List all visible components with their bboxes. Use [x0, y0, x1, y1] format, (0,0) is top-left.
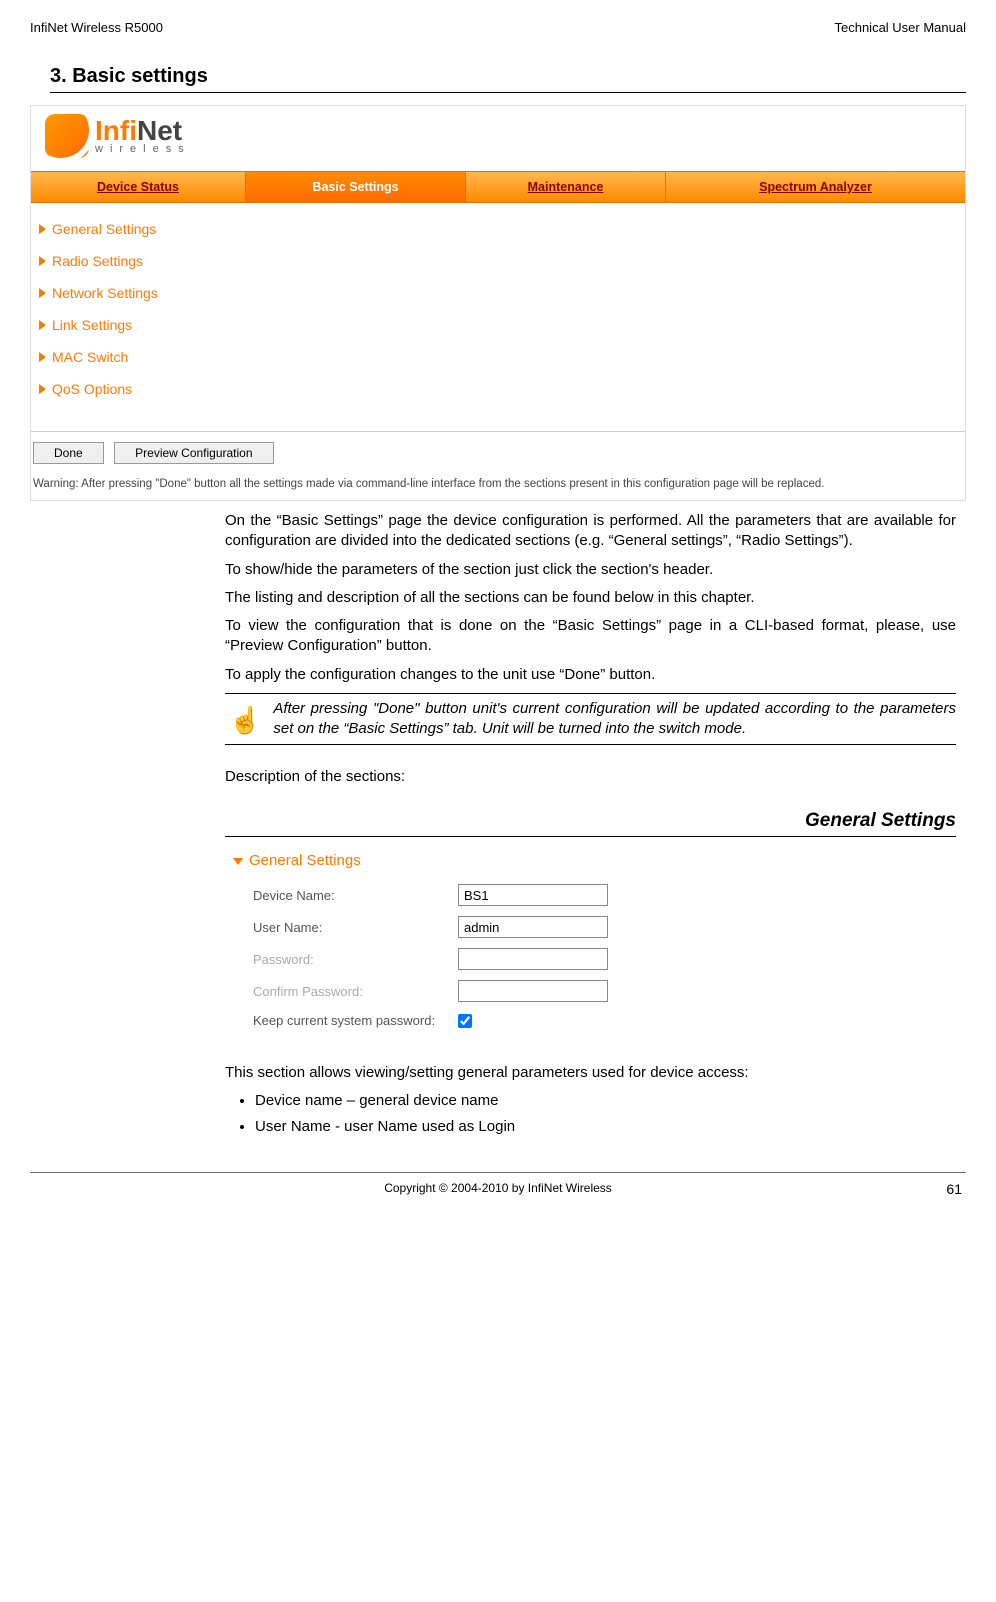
chevron-right-icon — [39, 224, 46, 234]
chevron-right-icon — [39, 320, 46, 330]
preview-button[interactable]: Preview Configuration — [114, 442, 273, 464]
warning-text: Warning: After pressing "Done" button al… — [31, 472, 965, 500]
password-input[interactable] — [458, 948, 608, 970]
header-left: InfiNet Wireless R5000 — [30, 20, 163, 35]
general-settings-screenshot: General Settings Device Name: User Name:… — [225, 845, 956, 1055]
chevron-right-icon — [39, 288, 46, 298]
paragraph: This section allows viewing/setting gene… — [225, 1063, 956, 1083]
chevron-right-icon — [39, 256, 46, 266]
basic-settings-screenshot: InfiNet wireless Device Status Basic Set… — [30, 105, 966, 501]
tab-spectrum[interactable]: Spectrum Analyzer — [666, 172, 965, 202]
tab-device-status[interactable]: Device Status — [31, 172, 246, 202]
tab-bar: Device Status Basic Settings Maintenance… — [31, 171, 965, 203]
divider — [31, 431, 965, 432]
note-text: After pressing "Done" button unit's curr… — [273, 699, 956, 740]
chevron-right-icon — [39, 384, 46, 394]
note-icon: ☝ — [225, 699, 273, 740]
tab-basic-settings[interactable]: Basic Settings — [246, 172, 466, 202]
chevron-right-icon — [39, 352, 46, 362]
paragraph: To show/hide the parameters of the secti… — [225, 560, 956, 580]
paragraph: To view the configuration that is done o… — [225, 616, 956, 657]
paragraph: To apply the configuration changes to th… — [225, 665, 956, 685]
copyright: Copyright © 2004-2010 by InfiNet Wireles… — [384, 1181, 612, 1195]
keep-password-checkbox[interactable] — [458, 1014, 472, 1028]
keep-password-label: Keep current system password: — [253, 1012, 458, 1030]
confirm-password-input[interactable] — [458, 980, 608, 1002]
sidebar-item-label: Link Settings — [52, 317, 132, 333]
general-settings-heading: General Settings — [225, 808, 956, 838]
section-label: General Settings — [249, 851, 361, 871]
sidebar-item-qos[interactable]: QoS Options — [35, 373, 961, 405]
paragraph: Description of the sections: — [225, 767, 956, 787]
sidebar-item-radio[interactable]: Radio Settings — [35, 245, 961, 277]
logo-sub: wireless — [95, 143, 191, 155]
user-name-input[interactable] — [458, 916, 608, 938]
sidebar: General Settings Radio Settings Network … — [31, 203, 965, 423]
logo-icon — [45, 114, 89, 158]
page-number: 61 — [946, 1181, 962, 1197]
paragraph: The listing and description of all the s… — [225, 588, 956, 608]
sidebar-item-label: QoS Options — [52, 381, 132, 397]
device-name-label: Device Name: — [253, 887, 458, 905]
note-box: ☝ After pressing "Done" button unit's cu… — [225, 693, 956, 746]
password-label: Password: — [253, 951, 458, 969]
section-title: 3. Basic settings — [50, 65, 966, 93]
chevron-down-icon — [233, 858, 243, 865]
done-button[interactable]: Done — [33, 442, 104, 464]
sidebar-item-link[interactable]: Link Settings — [35, 309, 961, 341]
sidebar-item-label: MAC Switch — [52, 349, 128, 365]
user-name-label: User Name: — [253, 919, 458, 937]
list-item: Device name – general device name — [255, 1091, 956, 1111]
infinet-logo: InfiNet wireless — [45, 114, 191, 158]
sidebar-item-label: Radio Settings — [52, 253, 143, 269]
list-item: User Name - user Name used as Login — [255, 1117, 956, 1137]
confirm-password-label: Confirm Password: — [253, 983, 458, 1001]
sidebar-item-label: General Settings — [52, 221, 156, 237]
general-settings-section-header[interactable]: General Settings — [233, 851, 948, 871]
paragraph: On the “Basic Settings” page the device … — [225, 511, 956, 552]
tab-maintenance[interactable]: Maintenance — [466, 172, 666, 202]
sidebar-item-mac[interactable]: MAC Switch — [35, 341, 961, 373]
logo-text: InfiNet — [95, 117, 191, 145]
sidebar-item-network[interactable]: Network Settings — [35, 277, 961, 309]
device-name-input[interactable] — [458, 884, 608, 906]
sidebar-item-general[interactable]: General Settings — [35, 213, 961, 245]
header-right: Technical User Manual — [834, 20, 966, 35]
sidebar-item-label: Network Settings — [52, 285, 158, 301]
